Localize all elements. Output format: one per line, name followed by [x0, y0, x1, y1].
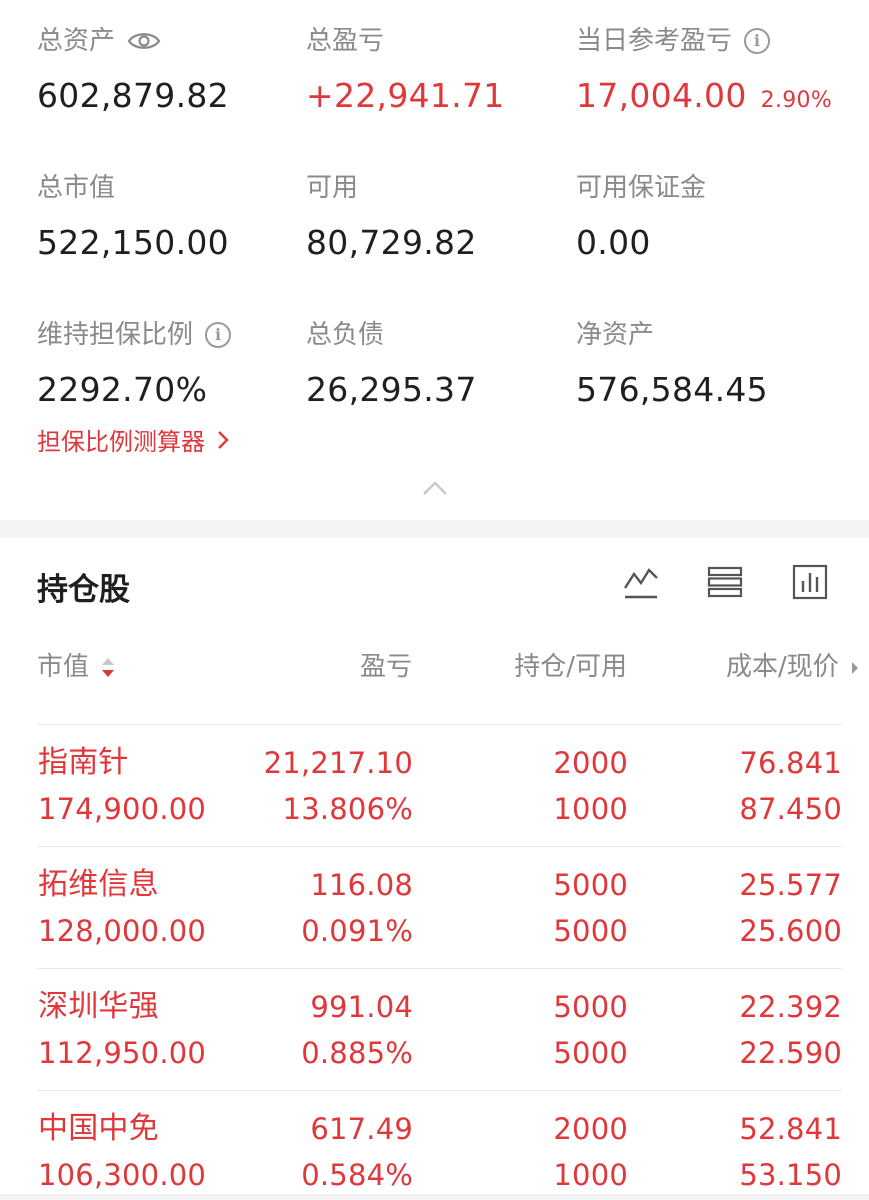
stock-name: 深圳华强 — [38, 989, 159, 1024]
stock-cost: 76.841 — [739, 746, 842, 780]
stock-available: 5000 — [553, 1036, 628, 1070]
total-assets-value: 602,879.82 — [37, 76, 229, 115]
ratio-calculator-label: 担保比例测算器 — [37, 428, 205, 456]
stock-pl-pct: 0.885% — [301, 1036, 413, 1070]
total-assets-label: 总资产 — [37, 26, 116, 56]
total-pl: 总盈亏 +22,941.71 — [306, 24, 505, 118]
stock-price: 87.450 — [739, 792, 842, 826]
total-liabilities: 总负债 26,295.37 — [306, 318, 477, 412]
stock-price: 25.600 — [739, 914, 842, 948]
available-label: 可用 — [306, 173, 359, 203]
maintenance-ratio-value: 2292.70% — [37, 370, 208, 409]
stock-pl-pct: 0.584% — [301, 1158, 413, 1192]
caret-right-icon — [852, 661, 858, 674]
available-margin-label: 可用保证金 — [576, 173, 707, 203]
column-pl-label: 盈亏 — [359, 652, 412, 682]
stock-price: 53.150 — [739, 1158, 842, 1192]
bar-chart-icon[interactable] — [792, 564, 828, 600]
available-value: 80,729.82 — [306, 223, 477, 262]
bottom-divider — [0, 1194, 869, 1200]
stock-cost: 52.841 — [739, 1112, 842, 1146]
stock-market-value: 128,000.00 — [38, 914, 207, 948]
line-chart-icon[interactable] — [623, 564, 659, 600]
market-value-value: 522,150.00 — [37, 223, 229, 262]
daily-pl-label: 当日参考盈亏 — [576, 26, 733, 56]
column-cost-price-label: 成本/现价 — [725, 652, 839, 682]
info-icon[interactable]: i — [744, 28, 771, 54]
stock-market-value: 174,900.00 — [38, 792, 207, 826]
holding-row[interactable]: 深圳华强 112,950.00 991.04 0.885% 5000 5000 … — [37, 968, 842, 1090]
info-icon[interactable]: i — [205, 322, 232, 348]
ratio-calculator-link[interactable]: 担保比例测算器 — [37, 422, 229, 457]
total-assets: 总资产 602,879.82 — [37, 24, 229, 118]
stock-name: 中国中免 — [38, 1111, 159, 1146]
stock-pl-pct: 0.091% — [301, 914, 413, 948]
section-divider — [0, 520, 869, 538]
available-margin: 可用保证金 0.00 — [576, 171, 706, 265]
column-cost-price[interactable]: 成本/现价 — [726, 650, 859, 684]
sort-icon — [102, 657, 115, 677]
maintenance-ratio: 维持担保比例 i 2292.70% — [37, 318, 232, 412]
stock-name: 指南针 — [38, 745, 129, 780]
available-margin-value: 0.00 — [576, 223, 651, 262]
column-pl[interactable]: 盈亏 — [360, 650, 412, 684]
stock-position: 5000 — [553, 990, 628, 1024]
stock-position: 2000 — [553, 746, 628, 780]
stock-pl: 116.08 — [310, 868, 413, 902]
holdings-list: 指南针 174,900.00 21,217.10 13.806% 2000 10… — [37, 724, 842, 1200]
maintenance-ratio-label: 维持担保比例 — [37, 320, 194, 350]
stock-pl: 991.04 — [310, 990, 413, 1024]
net-assets-value: 576,584.45 — [576, 370, 768, 409]
net-assets-label: 净资产 — [576, 320, 655, 350]
total-pl-label: 总盈亏 — [306, 26, 385, 56]
holding-row[interactable]: 指南针 174,900.00 21,217.10 13.806% 2000 10… — [37, 724, 842, 846]
market-value-label: 总市值 — [37, 173, 116, 203]
holding-row[interactable]: 拓维信息 128,000.00 116.08 0.091% 5000 5000 … — [37, 846, 842, 968]
net-assets: 净资产 576,584.45 — [576, 318, 768, 412]
stock-available: 1000 — [553, 1158, 628, 1192]
total-pl-value: +22,941.71 — [306, 76, 505, 115]
daily-pl: 当日参考盈亏 i 17,004.00 2.90% — [576, 24, 832, 123]
holding-row[interactable]: 中国中免 106,300.00 617.49 0.584% 2000 1000 … — [37, 1090, 842, 1200]
stock-available: 1000 — [553, 792, 628, 826]
daily-pl-pct: 2.90% — [760, 88, 833, 113]
column-position-label: 持仓/可用 — [514, 652, 627, 682]
column-market-value-label: 市值 — [37, 652, 90, 682]
stock-name: 拓维信息 — [38, 867, 159, 902]
holdings-title: 持仓股 — [37, 572, 130, 608]
total-liabilities-label: 总负债 — [306, 320, 385, 350]
stock-price: 22.590 — [739, 1036, 842, 1070]
chevron-up-icon[interactable] — [422, 480, 448, 496]
available-funds: 可用 80,729.82 — [306, 171, 477, 265]
column-market-value[interactable]: 市值 — [37, 650, 115, 684]
market-value: 总市值 522,150.00 — [37, 171, 229, 265]
column-position[interactable]: 持仓/可用 — [514, 650, 627, 684]
stock-cost: 22.392 — [739, 990, 842, 1024]
list-icon[interactable] — [707, 564, 743, 600]
daily-pl-value: 17,004.00 — [576, 76, 747, 115]
account-summary: 总资产 602,879.82 总盈亏 +22,941.71 当日参考盈亏 i 1… — [0, 0, 869, 520]
stock-pl: 21,217.10 — [263, 746, 413, 780]
stock-pl-pct: 13.806% — [282, 792, 413, 826]
stock-cost: 25.577 — [739, 868, 842, 902]
stock-position: 2000 — [553, 1112, 628, 1146]
stock-available: 5000 — [553, 914, 628, 948]
stock-position: 5000 — [553, 868, 628, 902]
stock-market-value: 106,300.00 — [38, 1158, 207, 1192]
stock-market-value: 112,950.00 — [38, 1036, 207, 1070]
holdings-panel: 持仓股 市值 盈亏 持仓/可用 成本/现价 指南针 174,900.00 21,… — [0, 538, 869, 1200]
chevron-right-icon — [218, 430, 229, 449]
stock-pl: 617.49 — [310, 1112, 413, 1146]
eye-icon[interactable] — [127, 30, 161, 52]
total-liabilities-value: 26,295.37 — [306, 370, 477, 409]
